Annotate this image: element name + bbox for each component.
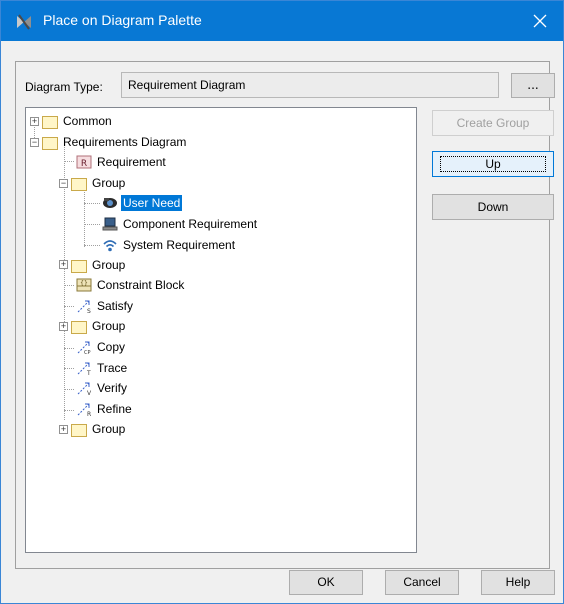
up-button[interactable]: Up — [432, 151, 554, 177]
window-title: Place on Diagram Palette — [43, 12, 202, 28]
expand-group-3[interactable]: + — [59, 322, 68, 331]
close-button[interactable] — [517, 1, 563, 41]
user-need-icon — [103, 198, 117, 208]
folder-icon — [42, 136, 58, 150]
tree-item-trace[interactable]: T Trace — [76, 359, 129, 377]
tree-item-group-4[interactable]: Group — [71, 420, 127, 438]
diagram-type-row: Diagram Type: Requirement Diagram ... — [17, 72, 555, 102]
verify-icon: V — [77, 382, 92, 396]
tree-item-group-1[interactable]: Group — [71, 174, 127, 192]
tree-item-refine[interactable]: R Refine — [76, 400, 134, 418]
magicdraw-icon — [17, 14, 31, 30]
ok-button[interactable]: OK — [289, 570, 363, 595]
down-button[interactable]: Down — [432, 194, 554, 220]
folder-icon — [71, 259, 87, 273]
svg-text:T: T — [86, 370, 91, 376]
folder-icon — [71, 177, 87, 191]
expand-group-2[interactable]: + — [59, 260, 68, 269]
svg-text:S: S — [87, 308, 91, 314]
up-button-label: Up — [440, 156, 546, 172]
tree-item-requirement[interactable]: R Requirement — [76, 153, 168, 171]
folder-icon — [71, 423, 87, 437]
tree-item-group-3[interactable]: Group — [71, 317, 127, 335]
constraint-block-icon: {} — [76, 278, 92, 292]
diagram-type-field: Requirement Diagram — [121, 72, 499, 98]
browse-button[interactable]: ... — [511, 73, 555, 98]
wifi-icon — [103, 240, 117, 252]
tree-item-copy[interactable]: CP Copy — [76, 338, 127, 356]
tree-item-common[interactable]: Common — [42, 112, 114, 130]
tree-item-requirements-diagram[interactable]: Requirements Diagram — [42, 133, 188, 151]
expand-common[interactable]: + — [30, 117, 39, 126]
folder-icon — [42, 115, 58, 129]
tree-item-constraint-block[interactable]: {} Constraint Block — [76, 276, 186, 294]
tree-item-verify[interactable]: V Verify — [76, 379, 129, 397]
diagram-type-label: Diagram Type: — [25, 80, 103, 94]
tree-item-system-requirement[interactable]: System Requirement — [102, 236, 237, 254]
svg-text:V: V — [87, 390, 92, 396]
tree-item-user-need[interactable]: User Need — [102, 194, 184, 212]
svg-text:R: R — [87, 411, 91, 417]
svg-text:CP: CP — [84, 350, 91, 355]
refine-icon: R — [77, 403, 91, 417]
requirement-icon: R — [76, 155, 92, 169]
tree-item-group-2[interactable]: Group — [71, 256, 127, 274]
folder-icon — [71, 320, 87, 334]
svg-text:R: R — [81, 159, 87, 169]
svg-text:{}: {} — [80, 280, 88, 287]
close-icon — [533, 14, 547, 28]
create-group-button[interactable]: Create Group — [432, 110, 554, 136]
collapse-group-1[interactable]: − — [59, 179, 68, 188]
palette-tree[interactable]: + − − + + + Common Requirements Diagram … — [25, 107, 417, 553]
title-bar: Place on Diagram Palette — [1, 1, 563, 41]
dialog-window: Place on Diagram Palette Diagram Type: R… — [0, 0, 564, 604]
trace-icon: T — [77, 362, 91, 376]
copy-icon: CP — [77, 341, 91, 355]
laptop-icon — [102, 217, 118, 231]
cancel-button[interactable]: Cancel — [385, 570, 459, 595]
collapse-requirements-diagram[interactable]: − — [30, 138, 39, 147]
tree-item-component-requirement[interactable]: Component Requirement — [102, 215, 259, 233]
satisfy-icon: S — [77, 300, 91, 314]
tree-item-satisfy[interactable]: S Satisfy — [76, 297, 135, 315]
expand-group-4[interactable]: + — [59, 425, 68, 434]
help-button[interactable]: Help — [481, 570, 555, 595]
